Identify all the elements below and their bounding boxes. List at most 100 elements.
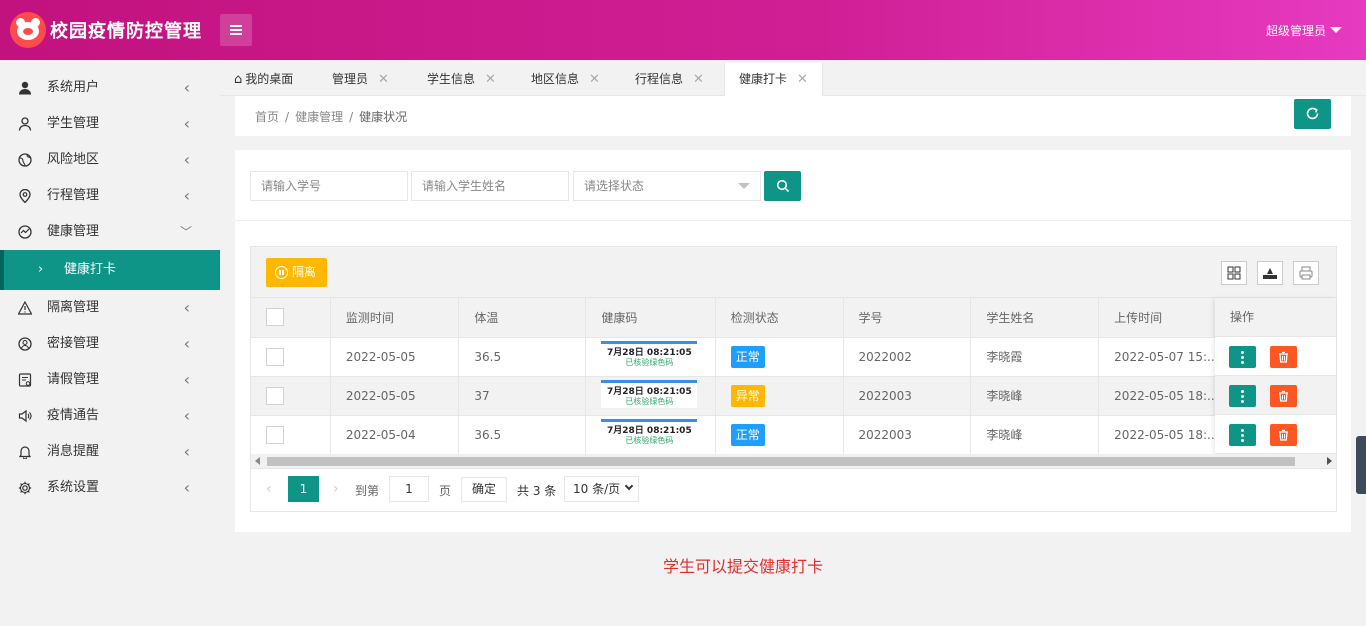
sidebar-item-risk-areas[interactable]: 风险地区 ‹ [0,142,220,178]
sidebar-item-students[interactable]: 学生管理 ‹ [0,106,220,142]
refresh-button[interactable] [1294,99,1331,129]
breadcrumb-current: 健康状况 [359,110,408,124]
side-panel-handle[interactable] [1356,436,1366,494]
student-no-input[interactable]: 请输入学号 [250,171,408,201]
tab-area-info[interactable]: 地区信息 ✕ [517,63,614,96]
scroll-left-icon[interactable] [255,457,260,465]
close-icon[interactable]: ✕ [485,72,496,87]
more-button[interactable] [1229,385,1256,407]
search-icon [776,179,790,193]
user-menu[interactable]: 超级管理员 [1266,22,1326,39]
cell-date: 2022-05-05 [330,337,460,377]
cell-student-name: 李晓峰 [970,376,1100,416]
export-button[interactable] [1257,261,1283,285]
close-icon[interactable]: ✕ [589,72,600,87]
column-header[interactable]: 上传时间 [1098,298,1220,338]
delete-button[interactable] [1270,346,1297,368]
cell-student-name: 李晓峰 [970,415,1100,455]
tab-health-checkin[interactable]: 健康打卡 ✕ [724,63,823,96]
more-button[interactable] [1229,346,1256,368]
tab-desktop[interactable]: ⌂ 我的桌面 [220,63,307,96]
tab-bar: ⌂ 我的桌面 管理员 ✕ 学生信息 ✕ 地区信息 ✕ 行程信息 ✕ 健康打卡 ✕ [220,60,1366,96]
close-icon[interactable]: ✕ [797,72,808,87]
breadcrumb-parent[interactable]: 健康管理 [295,110,343,124]
table-row[interactable]: 2022-05-05 36.5 7月28日 08:21:05 已核验绿色码 正常 … [251,337,1336,377]
trash-icon [1279,351,1288,363]
menu-toggle-button[interactable] [220,14,252,46]
speaker-icon [18,409,32,423]
status-select[interactable]: 请选择状态 [573,171,761,201]
select-all-checkbox[interactable] [266,308,284,327]
cell-status: 正常 [715,337,844,377]
sidebar-item-settings[interactable]: 系统设置 ‹ [0,470,220,506]
table-row[interactable]: 2022-05-04 36.5 7月28日 08:21:05 已核验绿色码 正常 … [251,415,1336,455]
chevron-left-icon: ‹ [183,442,190,461]
student-name-input[interactable]: 请输入学生姓名 [411,171,569,201]
sidebar-item-close-contacts[interactable]: 密接管理 ‹ [0,326,220,362]
prev-page-icon[interactable]: ‹ [266,481,272,497]
column-header[interactable]: 监测时间 [330,298,460,338]
close-icon[interactable]: ✕ [693,72,704,87]
tab-itinerary-info[interactable]: 行程信息 ✕ [621,63,718,96]
delete-button[interactable] [1270,385,1297,407]
cell-temperature: 37 [458,376,587,416]
tab-label: 健康打卡 [739,72,788,86]
columns-filter-button[interactable] [1221,261,1247,285]
sidebar-item-health[interactable]: 健康管理 ﹀ [0,214,220,250]
trash-icon [1279,429,1288,441]
goto-page-input[interactable]: 1 [389,476,429,502]
next-page-icon[interactable]: › [333,481,339,497]
close-icon[interactable]: ✕ [378,72,389,87]
row-checkbox[interactable] [266,386,284,405]
sidebar-item-quarantine[interactable]: 隔离管理 ‹ [0,290,220,326]
delete-button[interactable] [1270,424,1297,446]
column-header[interactable]: 体温 [458,298,587,338]
sidebar-item-label: 风险地区 [47,152,100,167]
page-size-select[interactable]: 10 条/页 [564,476,639,502]
cell-date: 2022-05-04 [330,415,460,455]
row-checkbox[interactable] [266,347,284,366]
search-button[interactable] [764,171,801,201]
status-badge: 正常 [730,423,765,446]
export-icon [1263,268,1277,279]
scroll-right-icon[interactable] [1327,457,1332,465]
health-code-caption: 已核验绿色码 [625,358,674,367]
tab-student-info[interactable]: 学生信息 ✕ [413,63,510,96]
column-header[interactable]: 学生姓名 [970,298,1100,338]
sidebar-item-system-users[interactable]: 系统用户 ‹ [0,70,220,106]
column-header[interactable]: 学号 [843,298,972,338]
sidebar-item-leave[interactable]: 请假管理 ‹ [0,362,220,398]
health-code-image[interactable]: 7月28日 08:21:05 已核验绿色码 [601,341,698,369]
table-row[interactable]: 2022-05-05 37 7月28日 08:21:05 已核验绿色码 异常 20… [251,376,1336,416]
sidebar-item-messages[interactable]: 消息提醒 ‹ [0,434,220,470]
operations-row [1215,376,1336,415]
health-code-image[interactable]: 7月28日 08:21:05 已核验绿色码 [601,419,698,447]
page-1-button[interactable]: 1 [288,476,319,502]
caret-down-icon[interactable] [1330,27,1342,33]
quarantine-button[interactable]: 隔离 [266,258,327,287]
tab-label: 行程信息 [635,72,684,86]
more-button[interactable] [1229,424,1256,446]
print-button[interactable] [1293,261,1319,285]
sidebar-subitem-health-checkin[interactable]: › 健康打卡 [0,250,220,290]
globe-icon [18,153,32,167]
chevron-right-icon: › [38,262,44,277]
column-header[interactable]: 健康码 [585,298,716,338]
scrollbar-thumb[interactable] [267,457,1295,466]
horizontal-scrollbar[interactable] [251,454,1336,468]
columns-icon [1227,266,1241,280]
column-header[interactable]: 检测状态 [715,298,844,338]
breadcrumb-home[interactable]: 首页 [255,110,279,124]
breadcrumb-separator: / [349,110,354,124]
health-code-image[interactable]: 7月28日 08:21:05 已核验绿色码 [601,380,698,408]
sidebar-item-itinerary[interactable]: 行程管理 ‹ [0,178,220,214]
row-checkbox[interactable] [266,425,284,444]
status-badge: 异常 [730,384,765,407]
tab-admins[interactable]: 管理员 ✕ [318,63,403,96]
column-header: 操作 [1215,298,1336,337]
health-table: 监测时间 体温 健康码 检测状态 学号 学生姓名 上传时间 2022-05-05… [251,298,1336,455]
tab-label: 我的桌面 [245,72,294,86]
sidebar-item-announcements[interactable]: 疫情通告 ‹ [0,398,220,434]
cell-upload-time: 2022-05-05 18:... [1098,415,1220,455]
goto-confirm-button[interactable]: 确定 [461,477,507,502]
